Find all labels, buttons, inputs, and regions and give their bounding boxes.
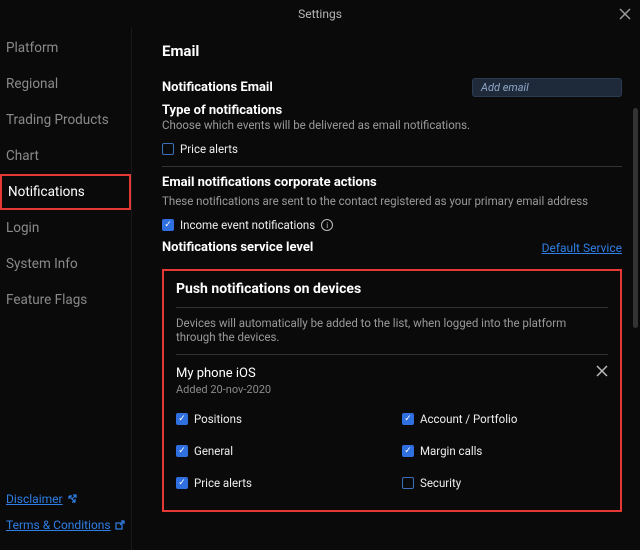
sidebar: Platform Regional Trading Products Chart… <box>0 28 132 550</box>
opt-general[interactable]: General <box>176 444 382 458</box>
price-alerts-row[interactable]: Price alerts <box>162 142 622 156</box>
notifications-email-label: Notifications Email <box>162 80 273 95</box>
opt-margin-label: Margin calls <box>420 444 482 458</box>
close-icon <box>619 8 631 20</box>
price-alerts-label: Price alerts <box>180 142 238 156</box>
corporate-actions-heading: Email notifications corporate actions <box>162 175 622 190</box>
opt-positions-label: Positions <box>194 412 242 426</box>
service-level-label: Notifications service level <box>162 240 313 255</box>
push-heading: Push notifications on devices <box>176 281 608 297</box>
add-email-field[interactable]: Add email <box>472 78 622 97</box>
sidebar-item-system-info[interactable]: System Info <box>0 246 131 282</box>
email-heading: Email <box>162 42 622 60</box>
checkbox-account[interactable] <box>402 413 414 425</box>
opt-account-label: Account / Portfolio <box>420 412 517 426</box>
type-of-notifications-label: Type of notifications <box>162 103 622 118</box>
sidebar-item-chart[interactable]: Chart <box>0 138 131 174</box>
remove-device-button[interactable] <box>596 365 608 381</box>
device-block: My phone iOS Added 20-nov-2020 Positions… <box>176 365 608 496</box>
scrollbar[interactable] <box>633 108 638 328</box>
device-name: My phone iOS <box>176 366 256 381</box>
external-link-icon <box>67 494 77 504</box>
close-icon <box>596 365 608 377</box>
checkbox-general[interactable] <box>176 445 188 457</box>
device-options-grid: Positions Account / Portfolio General Ma… <box>176 406 608 496</box>
info-icon[interactable]: i <box>321 219 333 231</box>
checkbox-price-alerts-email[interactable] <box>162 143 174 155</box>
sidebar-item-regional[interactable]: Regional <box>0 66 131 102</box>
separator <box>176 307 608 308</box>
checkbox-margin[interactable] <box>402 445 414 457</box>
sidebar-bottom-links: Disclaimer Terms & Conditions <box>6 492 125 544</box>
content-panel: Email Notifications Email Add email Type… <box>132 28 640 550</box>
sidebar-item-notifications[interactable]: Notifications <box>0 174 131 210</box>
external-link-icon <box>115 520 125 530</box>
device-added-date: Added 20-nov-2020 <box>176 383 608 396</box>
type-of-notifications-desc: Choose which events will be delivered as… <box>162 118 622 132</box>
opt-general-label: General <box>194 444 233 458</box>
main: Platform Regional Trading Products Chart… <box>0 28 640 550</box>
default-service-link[interactable]: Default Service <box>542 241 622 255</box>
opt-account[interactable]: Account / Portfolio <box>402 412 608 426</box>
opt-price-label: Price alerts <box>194 476 252 490</box>
disclaimer-label: Disclaimer <box>6 492 63 506</box>
window-title: Settings <box>298 7 342 21</box>
disclaimer-link[interactable]: Disclaimer <box>6 492 125 506</box>
notifications-email-row: Notifications Email Add email <box>162 78 622 97</box>
add-email-placeholder: Add email <box>481 81 529 94</box>
income-event-row[interactable]: Income event notifications i <box>162 218 622 232</box>
opt-security-label: Security <box>420 476 461 490</box>
opt-positions[interactable]: Positions <box>176 412 382 426</box>
sidebar-item-platform[interactable]: Platform <box>0 30 131 66</box>
opt-margin[interactable]: Margin calls <box>402 444 608 458</box>
sidebar-item-login[interactable]: Login <box>0 210 131 246</box>
terms-label: Terms & Conditions <box>6 518 111 532</box>
service-level-row: Notifications service level Default Serv… <box>162 240 622 255</box>
checkbox-positions[interactable] <box>176 413 188 425</box>
close-button[interactable] <box>616 5 634 23</box>
checkbox-security[interactable] <box>402 477 414 489</box>
checkbox-income-event[interactable] <box>162 219 174 231</box>
income-event-label: Income event notifications <box>180 218 315 232</box>
device-header: My phone iOS <box>176 365 608 381</box>
separator <box>162 166 622 167</box>
sidebar-item-feature-flags[interactable]: Feature Flags <box>0 282 131 318</box>
push-desc: Devices will automatically be added to t… <box>176 316 608 344</box>
checkbox-price[interactable] <box>176 477 188 489</box>
sidebar-item-trading-products[interactable]: Trading Products <box>0 102 131 138</box>
opt-price[interactable]: Price alerts <box>176 476 382 490</box>
corporate-actions-desc: These notifications are sent to the cont… <box>162 194 622 208</box>
titlebar: Settings <box>0 0 640 28</box>
terms-link[interactable]: Terms & Conditions <box>6 518 125 532</box>
opt-security[interactable]: Security <box>402 476 608 490</box>
push-notifications-box: Push notifications on devices Devices wi… <box>162 269 622 512</box>
separator <box>176 354 608 355</box>
